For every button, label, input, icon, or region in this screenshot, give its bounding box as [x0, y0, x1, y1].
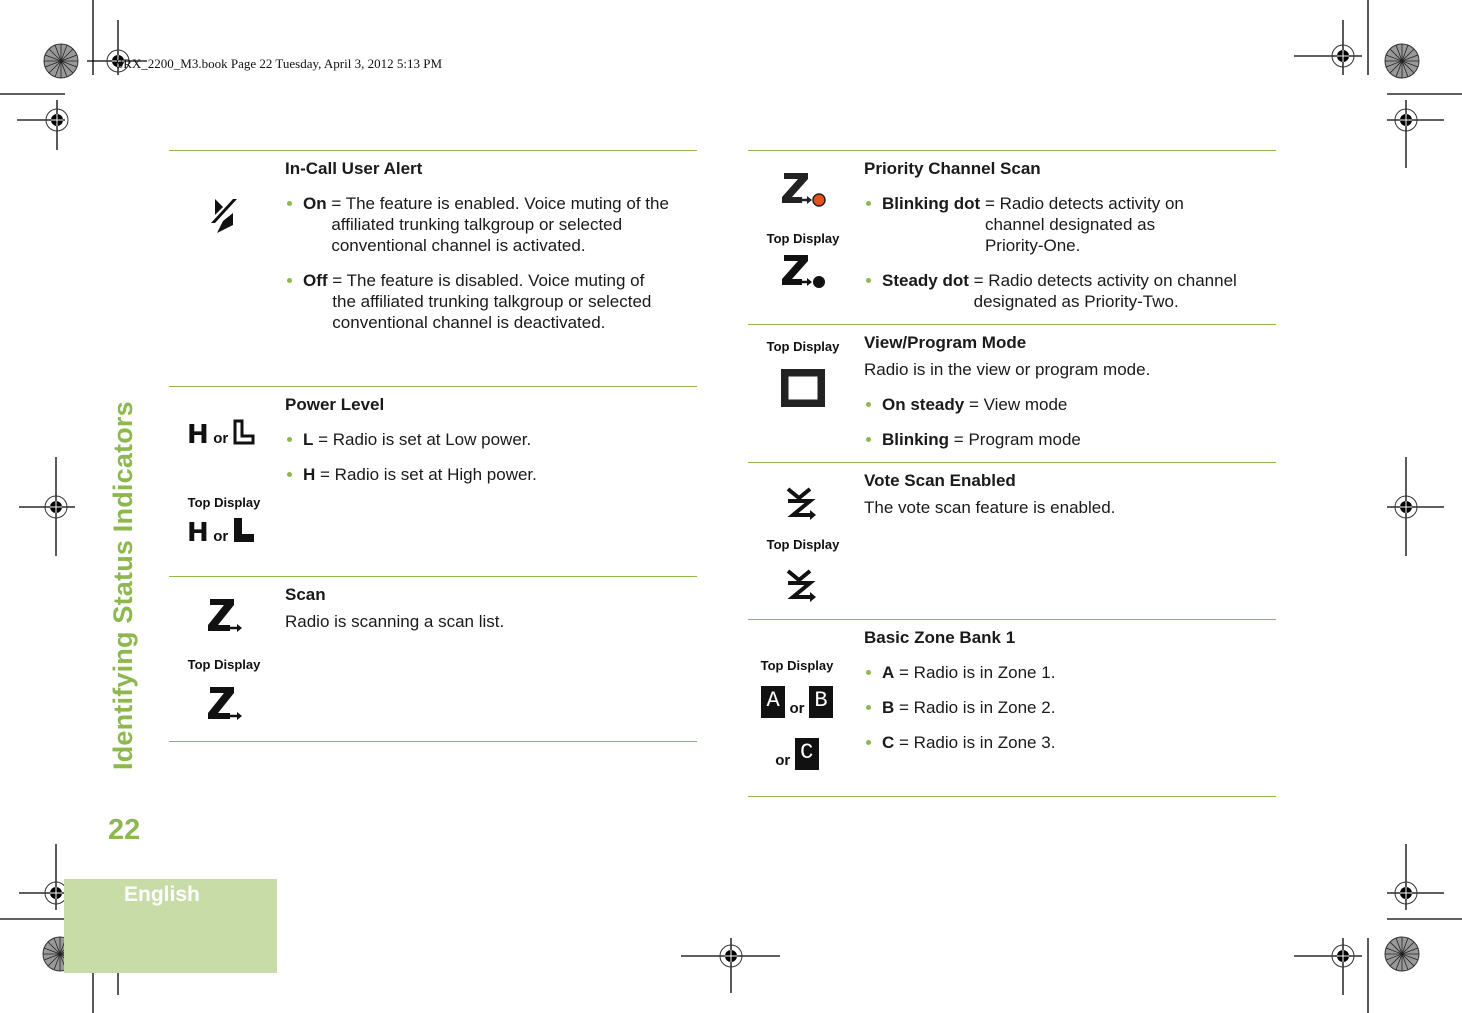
scan-top-display-icon: [169, 683, 279, 728]
scan-icon: [169, 595, 279, 640]
top-display-label: Top Display: [766, 339, 840, 354]
row-description: The vote scan feature is enabled.: [864, 498, 1116, 517]
list-item: On = The feature is enabled. Voice mutin…: [285, 193, 697, 256]
row-title: View/Program Mode: [864, 333, 1027, 352]
power-level-top-display-icon: H or: [187, 517, 297, 548]
power-level-icon: H or: [187, 419, 297, 450]
table-row: Top Display Priority Channel Scan Blinki…: [748, 150, 1276, 325]
list-item: C = Radio is in Zone 3.: [864, 732, 1276, 753]
list-item: Blinking = Program mode: [864, 429, 1276, 450]
right-indicator-table: Top Display Priority Channel Scan Blinki…: [748, 150, 1276, 797]
priority-scan-top-display-icon: [748, 251, 858, 296]
view-program-mode-icon: [748, 367, 858, 412]
book-header: SRX_2200_M3.book Page 22 Tuesday, April …: [116, 56, 442, 71]
language-tab: English: [64, 879, 277, 973]
list-item: Off = The feature is disabled. Voice mut…: [285, 270, 697, 333]
row-title: Basic Zone Bank 1: [864, 628, 1016, 647]
top-display-label: Top Display: [187, 495, 261, 510]
list-item: L = Radio is set at Low power.: [285, 429, 697, 450]
high-power-icon: H: [187, 420, 209, 450]
table-row: Top Display Vote Scan Enabled The vote s…: [748, 462, 1276, 620]
priority-channel-scan-icon: [748, 169, 858, 214]
list-item: B = Radio is in Zone 2.: [864, 697, 1276, 718]
low-power-outline-icon: [233, 419, 255, 445]
left-indicator-table: In-Call User Alert On = The feature is e…: [169, 150, 697, 742]
row-title: In-Call User Alert: [285, 159, 423, 178]
table-row: In-Call User Alert On = The feature is e…: [169, 150, 697, 387]
list-item: A = Radio is in Zone 1.: [864, 662, 1276, 683]
list-item: On steady = View mode: [864, 394, 1276, 415]
list-item: H = Radio is set at High power.: [285, 464, 697, 485]
page-number: 22: [108, 814, 141, 846]
top-display-label: Top Display: [766, 231, 840, 246]
in-call-user-alert-icon: [169, 195, 279, 240]
zone-b-icon: B: [808, 686, 833, 718]
vote-scan-icon: [748, 485, 858, 530]
row-description: Radio is in the view or program mode.: [864, 360, 1151, 379]
row-description: Radio is scanning a scan list.: [285, 612, 505, 631]
zone-c-group: or C: [742, 738, 852, 770]
table-row: Top Display A or B or C Basic Zone Bank …: [748, 619, 1276, 797]
vote-scan-top-display-icon: [748, 567, 858, 612]
zone-bank-icon: A or B: [742, 686, 852, 718]
zone-c-icon: C: [794, 738, 819, 770]
table-row: Top Display Scan Radio is scanning a sca…: [169, 576, 697, 742]
row-title: Vote Scan Enabled: [864, 471, 1016, 490]
row-title: Priority Channel Scan: [864, 159, 1041, 178]
top-display-label: Top Display: [760, 658, 834, 673]
table-row: H or Top Display H or Power Level L = Ra…: [169, 386, 697, 577]
top-display-label: Top Display: [187, 657, 261, 672]
list-item: Blinking dot = Radio detects activity on…: [864, 193, 1276, 256]
top-display-label: Top Display: [766, 537, 840, 552]
row-title: Power Level: [285, 395, 385, 414]
language-label: English: [124, 883, 200, 906]
table-row: Top Display View/Program Mode Radio is i…: [748, 324, 1276, 463]
zone-a-icon: A: [761, 686, 786, 718]
section-title: Identifying Status Indicators: [108, 401, 138, 770]
list-item: Steady dot = Radio detects activity on c…: [864, 270, 1276, 312]
row-title: Scan: [285, 585, 326, 604]
